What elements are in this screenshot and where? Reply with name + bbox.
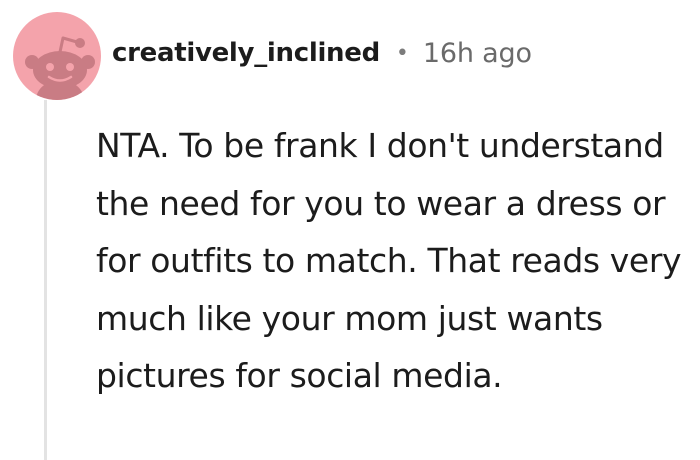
comment-body: NTA. To be frank I don't understand the … xyxy=(96,126,682,395)
snoo-avatar-icon xyxy=(25,36,95,100)
username-link[interactable]: creatively_inclined xyxy=(112,38,380,68)
comment-header: creatively_inclined • 16h ago xyxy=(112,30,532,76)
comment-timestamp[interactable]: 16h ago xyxy=(423,38,532,69)
meta-separator: • xyxy=(395,40,409,66)
user-avatar[interactable] xyxy=(13,12,101,100)
comment: creatively_inclined • 16h ago NTA. To be… xyxy=(0,0,700,460)
thread-collapse-line[interactable] xyxy=(44,100,47,460)
